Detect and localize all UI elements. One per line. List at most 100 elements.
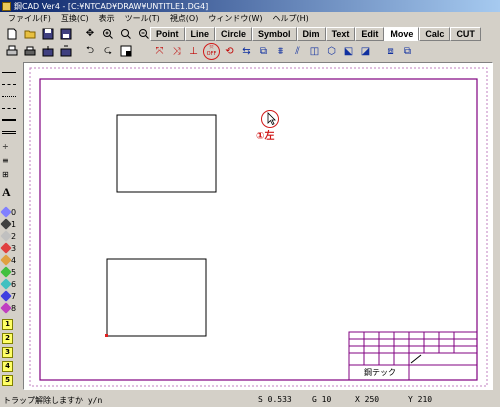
undo-icon[interactable]: ⮎: [100, 44, 116, 59]
export-icon[interactable]: [40, 44, 56, 59]
pen-3[interactable]: 3: [0, 242, 20, 254]
paste-icon[interactable]: ⧉: [400, 44, 415, 59]
tab-symbol[interactable]: Symbol: [252, 27, 297, 41]
pen-5[interactable]: 5: [0, 266, 20, 278]
secondary-toolbar: ⮌ ⮎: [0, 42, 134, 60]
title-block: 鋼テック: [348, 331, 478, 381]
pen-1[interactable]: 1: [0, 218, 20, 230]
offset-icon[interactable]: ⫽: [290, 44, 305, 59]
menu-tools[interactable]: ツール(T): [120, 13, 165, 24]
hatch-icon[interactable]: ≡: [2, 154, 20, 166]
pen-icon: [0, 242, 12, 254]
layer-label: 4: [2, 360, 13, 372]
join-icon[interactable]: ⧈: [383, 44, 398, 59]
redo-icon[interactable]: ⮌: [82, 44, 98, 59]
drawing-canvas[interactable]: ①左 鋼テック: [23, 62, 493, 390]
menu-window[interactable]: ウィンドウ(W): [203, 13, 267, 24]
line-type-solid[interactable]: [2, 66, 20, 78]
printer-icon[interactable]: [22, 44, 38, 59]
tab-move[interactable]: Move: [384, 27, 420, 41]
pen-label: 6: [11, 279, 17, 289]
pen-0[interactable]: 0: [0, 206, 20, 218]
pen-4[interactable]: 4: [0, 254, 20, 266]
title-bar: 鋼CAD Ver4 - [C:¥NTCAD¥DRAW¥UNTITLE1.DG4]: [0, 0, 500, 12]
line-type-thick[interactable]: [2, 114, 20, 126]
line-type-dash-dot[interactable]: [2, 102, 20, 114]
layer-label: 1: [2, 318, 13, 330]
menu-compat[interactable]: 互換(C): [56, 13, 94, 24]
fraction-icon[interactable]: ÷: [2, 140, 20, 152]
trap-off-label: OFF: [206, 51, 217, 57]
rectangle-lower[interactable]: [106, 258, 207, 337]
status-y: Y 210: [408, 395, 433, 404]
rotate-icon[interactable]: ⟲: [222, 44, 237, 59]
pen-label: 5: [11, 267, 17, 277]
copy-move-icon[interactable]: ⤨: [169, 44, 184, 59]
status-scale: S 0.533: [258, 395, 292, 404]
pen-icon: [0, 278, 12, 290]
save-icon[interactable]: [40, 26, 56, 41]
tab-dim[interactable]: Dim: [296, 27, 326, 41]
tab-circle[interactable]: Circle: [215, 27, 253, 41]
window-title: 鋼CAD Ver4 - [C:¥NTCAD¥DRAW¥UNTITLE1.DG4]: [14, 1, 209, 11]
tab-point[interactable]: Point: [150, 27, 185, 41]
save-as-icon[interactable]: [58, 26, 74, 41]
menu-viewpoint[interactable]: 視点(O): [165, 13, 204, 24]
import-icon[interactable]: [58, 44, 74, 59]
pen-icon: [0, 302, 12, 314]
extend-icon[interactable]: ◪: [358, 44, 373, 59]
scale-icon[interactable]: ⧉: [256, 44, 271, 59]
line-type-double[interactable]: [2, 126, 20, 138]
trim-icon[interactable]: ⬕: [341, 44, 356, 59]
fillet-icon[interactable]: ◫: [307, 44, 322, 59]
pen-7[interactable]: 7: [0, 290, 20, 302]
move-icon[interactable]: ⤧: [152, 44, 167, 59]
array-icon[interactable]: ⩩: [273, 44, 288, 59]
tab-line[interactable]: Line: [184, 27, 216, 41]
pen-label: 7: [11, 291, 17, 301]
pen-icon: [0, 254, 12, 266]
tab-calc[interactable]: Calc: [419, 27, 451, 41]
command-tabs: Point Line Circle Symbol Dim Text Edit M…: [150, 27, 481, 41]
pen-2[interactable]: 2: [0, 230, 20, 242]
layer-label: 3: [2, 346, 13, 358]
status-message: トラップ解除しますか y/n: [3, 396, 103, 405]
tab-text[interactable]: Text: [325, 27, 356, 41]
mirror-icon[interactable]: ⇆: [239, 44, 254, 59]
rectangle-upper[interactable]: [116, 114, 217, 193]
mouse-cursor-icon: [267, 112, 276, 126]
tab-edit[interactable]: Edit: [355, 27, 385, 41]
open-folder-icon[interactable]: [22, 26, 38, 41]
menu-help[interactable]: ヘルプ(H): [268, 13, 314, 24]
pen-label: 3: [11, 243, 17, 253]
left-toolbar: ÷ ≡ ⊞ A 0 1 2 3 4 5 6 7 8 1 2 3 4 5: [0, 62, 22, 390]
line-type-dotted[interactable]: [2, 90, 20, 102]
selection-point: [105, 334, 108, 337]
layer-2[interactable]: 2: [2, 332, 20, 344]
text-style-icon[interactable]: A: [2, 185, 20, 199]
menu-view[interactable]: 表示: [94, 13, 120, 24]
chamfer-icon[interactable]: ⬡: [324, 44, 339, 59]
pen-icon: [0, 290, 12, 302]
pen-label: 2: [11, 231, 17, 241]
print-icon[interactable]: [4, 44, 20, 59]
pan-icon[interactable]: ✥: [82, 26, 98, 41]
menu-bar: ファイル(F) 互換(C) 表示 ツール(T) 視点(O) ウィンドウ(W) ヘ…: [0, 12, 500, 25]
layer-4[interactable]: 4: [2, 360, 20, 372]
layer-3[interactable]: 3: [2, 346, 20, 358]
line-type-dashed[interactable]: [2, 78, 20, 90]
main-toolbar: ✥: [0, 25, 152, 42]
window-frame-icon[interactable]: [118, 44, 134, 59]
pen-8[interactable]: 8: [0, 302, 20, 314]
new-file-icon[interactable]: [4, 26, 20, 41]
trap-off-button[interactable]: ⤧ OFF: [203, 42, 220, 60]
zoom-in-icon[interactable]: [100, 26, 116, 41]
grid-scale-icon[interactable]: ⊞: [2, 168, 20, 180]
zoom-icon[interactable]: [118, 26, 134, 41]
layer-5[interactable]: 5: [2, 374, 20, 386]
tab-cut[interactable]: CUT: [450, 27, 481, 41]
layer-1[interactable]: 1: [2, 318, 20, 330]
pen-6[interactable]: 6: [0, 278, 20, 290]
stretch-icon[interactable]: ⊥: [186, 44, 201, 59]
menu-file[interactable]: ファイル(F): [3, 13, 56, 24]
